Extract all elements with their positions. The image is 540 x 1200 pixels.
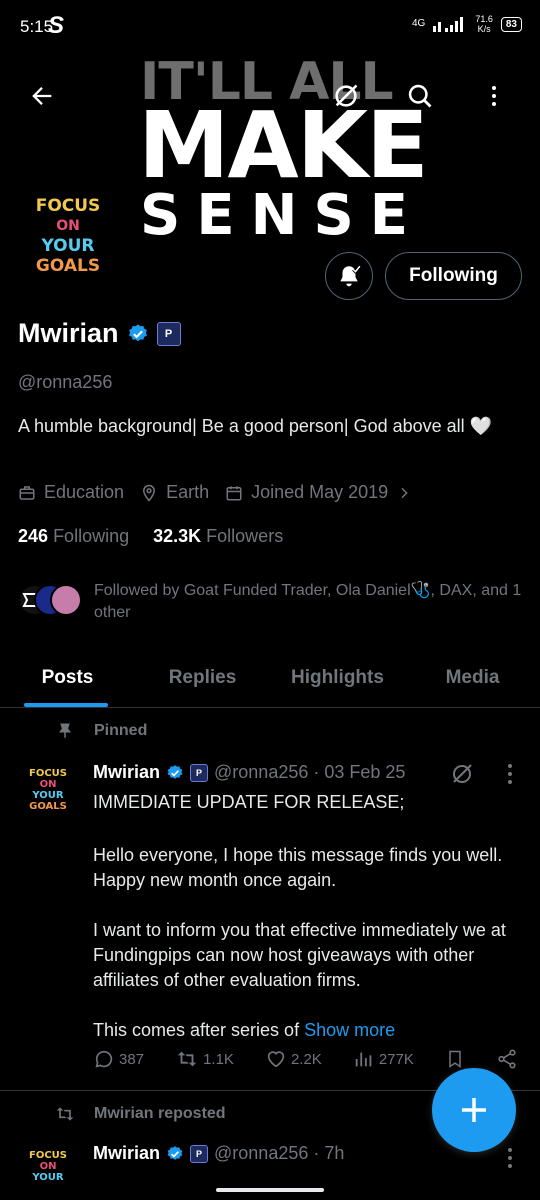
repost-icon [56,1107,74,1121]
profile-handle: @ronna256 [18,372,113,392]
post-more-button[interactable] [490,754,530,794]
followed-by[interactable]: Followed by Goat Funded Trader, Ola Dani… [18,580,528,624]
like-button[interactable]: 2.2K [265,1048,322,1070]
grok-button[interactable] [326,76,366,116]
post-more-button[interactable] [490,1138,530,1178]
tab-posts[interactable]: Posts [0,648,135,707]
followers-count-link[interactable]: 32.3K Followers [153,526,283,547]
chevron-right-icon [401,487,408,498]
profile-meta: Education Earth Joined May 2019 [18,482,412,503]
verified-badge-icon [167,764,183,779]
status-bar: 5:15 S 4G 71.6 K/s 83 [0,0,540,56]
profile-name: Mwirian [18,318,119,348]
pinned-label: Pinned [56,722,147,740]
banner-text-3: SENSE [140,183,425,248]
bell-check-icon [340,265,362,287]
signal-icon [433,17,464,32]
post-author-avatar[interactable]: FOCUS ON YOUR [22,1146,74,1186]
back-button[interactable] [22,76,62,116]
heart-icon [267,1051,285,1068]
affiliate-badge-icon: P [190,1144,209,1163]
grok-post-button[interactable] [442,754,482,794]
location-item: Earth [140,482,209,503]
notifications-button[interactable] [325,252,373,300]
pin-icon [59,723,71,738]
more-vertical-icon [508,764,512,784]
post-text[interactable]: IMMEDIATE UPDATE FOR RELEASE; Hello ever… [93,790,513,1043]
more-vertical-icon [508,1148,512,1168]
post-author-name[interactable]: Mwirian [93,1143,160,1164]
verified-badge-icon [167,1145,183,1160]
app-notification-icon: S [48,12,65,39]
avatar [50,584,82,616]
following-button[interactable]: Following [385,252,522,300]
more-vertical-icon [492,86,496,106]
share-button[interactable] [496,1048,518,1070]
affiliate-badge-icon[interactable]: P [156,321,181,346]
reply-button[interactable]: 387 [93,1048,144,1070]
profile-name-row: Mwirian P [18,318,181,349]
bookmark-button[interactable] [445,1048,465,1070]
profile-tabs: Posts Replies Highlights Media [0,648,540,708]
repost-label: Mwirian reposted [54,1104,226,1124]
repost-button[interactable]: 1.1K [175,1048,234,1070]
post-handle-date: @ronna256 · 03 Feb 25 [214,762,406,782]
post-actions: 387 1.1K 2.2K 277K [93,1048,518,1070]
follow-counts: 246 Following 32.3K Followers [18,526,283,547]
profile-avatar[interactable]: FOCUS ON YOUR GOALS [16,184,120,288]
verified-badge-icon[interactable] [127,323,149,345]
network-type: 4G [412,18,426,29]
search-button[interactable] [400,76,440,116]
profile-bio: A humble background| Be a good person| G… [18,416,493,436]
post-author-name[interactable]: Mwirian [93,762,160,783]
battery-icon: 83 [500,16,522,32]
grok-icon [453,764,472,783]
following-count-link[interactable]: 246 Following [18,526,129,547]
reply-icon [95,1050,113,1068]
calendar-icon [226,485,242,500]
views-button[interactable]: 277K [353,1048,414,1070]
more-options-button[interactable] [474,76,514,116]
views-icon [355,1052,372,1067]
search-icon [408,84,432,108]
network-speed: 71.6 K/s [475,14,493,34]
joined-item[interactable]: Joined May 2019 [225,482,412,503]
back-arrow-icon [32,87,52,105]
location-pin-icon [143,484,156,502]
briefcase-icon [19,485,35,500]
post-handle-date: @ronna256 · 7h [214,1143,345,1163]
share-icon [498,1049,516,1069]
tab-media[interactable]: Media [405,648,540,707]
bookmark-icon [449,1050,461,1068]
category-item: Education [18,482,124,503]
post-header: Mwirian P @ronna256 · 03 Feb 25 [93,762,405,783]
followers-you-know-avatars [18,580,84,620]
grok-icon [335,84,358,107]
post-header: Mwirian P @ronna256 · 7h [93,1143,344,1164]
tab-replies[interactable]: Replies [135,648,270,707]
affiliate-badge-icon: P [190,763,209,782]
tab-highlights[interactable]: Highlights [270,648,405,707]
plus-icon [462,1098,486,1122]
post-author-avatar[interactable]: FOCUS ON YOUR GOALS [22,764,74,816]
repost-icon [177,1051,197,1067]
home-indicator[interactable] [216,1188,324,1192]
show-more-link[interactable]: Show more [304,1020,395,1040]
